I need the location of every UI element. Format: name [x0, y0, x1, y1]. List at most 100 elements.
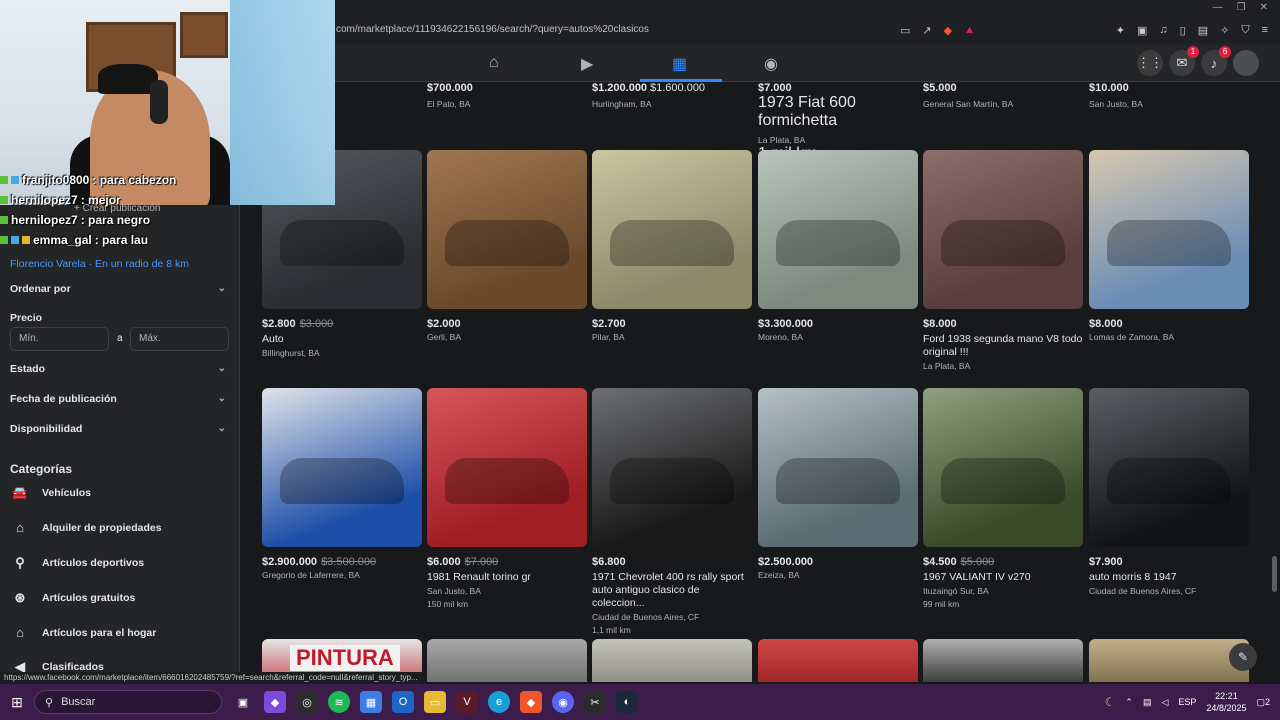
groups-icon[interactable]: ◉	[764, 54, 778, 74]
category-rentals[interactable]: ⌂ Alquiler de propiedades	[10, 520, 162, 535]
listing-photo[interactable]	[758, 388, 918, 547]
listing-card[interactable]	[592, 639, 752, 682]
brave-icon[interactable]: ◆	[520, 691, 542, 713]
category-free[interactable]: ⊛ Artículos gratuitos	[10, 590, 136, 606]
listing-photo[interactable]	[592, 639, 752, 682]
listing-photo[interactable]	[923, 150, 1083, 309]
spotify-icon[interactable]: ≋	[328, 691, 350, 713]
sort-by-filter[interactable]: Ordenar por ⌄	[10, 283, 226, 295]
listing-photo[interactable]	[1089, 388, 1249, 547]
chat-message: hernilopez7: mejor	[0, 190, 240, 210]
availability-filter[interactable]: Disponibilidad ⌄	[10, 423, 226, 435]
category-vehicles[interactable]: 🚘 Vehículos	[10, 485, 91, 501]
listing-card[interactable]: $2.500.000 Ezeiza, BA	[758, 388, 918, 580]
share-icon[interactable]: ↗	[922, 24, 931, 37]
listing-card[interactable]: $6.000 $7.000 1981 Renault torino gr San Ju…	[427, 388, 587, 609]
category-label: Alquiler de propiedades	[42, 521, 162, 534]
restore-icon[interactable]: ❐	[1237, 2, 1246, 13]
wallet-icon[interactable]: ▣	[1137, 24, 1147, 37]
shield-icon[interactable]: ⛉	[1241, 24, 1249, 37]
listing-card[interactable]: $4.500 $5.000 1967 VALIANT IV v270 Ituzaing…	[923, 388, 1083, 609]
listing-card[interactable]: $8.000 Ford 1938 segunda mano V8 todo ori…	[923, 150, 1083, 371]
listing-photo[interactable]	[1089, 639, 1249, 682]
max-price-input[interactable]: Máx.	[130, 327, 229, 351]
category-home[interactable]: ⌂ Artículos para el hogar	[10, 625, 156, 640]
listing-card[interactable]	[758, 639, 918, 682]
address-bar[interactable]: com/marketplace/111934622156196/search/?…	[336, 24, 649, 35]
listing-photo[interactable]	[427, 150, 587, 309]
listing-card[interactable]: $2.900.000 $3.500.000 Gregorio de Laferrer…	[262, 388, 422, 580]
address-bar-icons: ▭ ↗ ◆ ▲	[900, 24, 975, 37]
close-icon[interactable]: ✕	[1260, 2, 1268, 13]
listing-photo[interactable]	[427, 639, 587, 682]
date-filter[interactable]: Fecha de publicación ⌄	[10, 393, 226, 405]
listing-card[interactable]: $700.000 El Pato, BA	[427, 82, 587, 109]
listing-card[interactable]: $2.700 Pilar, BA	[592, 150, 752, 342]
listing-card[interactable]: $2.000 Gerli, BA	[427, 150, 587, 342]
brave-shield-icon[interactable]: ◆	[944, 24, 952, 37]
obs-icon[interactable]: ◎	[296, 691, 318, 713]
listing-card[interactable]: $6.800 1971 Chevrolet 400 rs rally sport …	[592, 388, 752, 635]
moon-icon[interactable]: ☾	[1105, 695, 1116, 709]
min-price-input[interactable]: Mín.	[10, 327, 109, 351]
listing-card[interactable]: $8.000 Lomas de Zamora, BA	[1089, 150, 1249, 342]
task-view-icon[interactable]: ▣	[232, 691, 254, 713]
listing-photo[interactable]	[592, 388, 752, 547]
vpn-icon[interactable]: ▤	[1198, 24, 1208, 37]
listing-card[interactable]	[427, 639, 587, 682]
listing-photo[interactable]	[262, 388, 422, 547]
listing-photo[interactable]	[923, 639, 1083, 682]
listing-photo[interactable]	[1089, 150, 1249, 309]
listing-card[interactable]: $3.300.000 Moreno, BA	[758, 150, 918, 342]
taskbar-search[interactable]: ⚲ Buscar	[34, 690, 222, 714]
folder-icon[interactable]: ▭	[424, 691, 446, 713]
listing-photo[interactable]	[758, 150, 918, 309]
listing-photo[interactable]	[923, 388, 1083, 547]
listing-photo[interactable]	[592, 150, 752, 309]
category-sports[interactable]: ⚲ Artículos deportivos	[10, 555, 144, 571]
listing-card[interactable]: $7.900 auto morris 8 1947 Ciudad de Buenos…	[1089, 388, 1249, 596]
marketplace-icon[interactable]: ▦	[672, 54, 687, 74]
listing-photo[interactable]	[427, 388, 587, 547]
listing-card[interactable]	[923, 639, 1083, 682]
listing-card[interactable]	[1089, 639, 1249, 682]
messenger-button[interactable]: ✉ 1	[1169, 46, 1199, 76]
notification-center-icon[interactable]: ▢2	[1256, 697, 1270, 708]
edge-icon[interactable]: e	[488, 691, 510, 713]
windows-start-icon[interactable]: ⊞	[0, 694, 34, 711]
sidebar-icon[interactable]: ▯	[1180, 24, 1186, 37]
minimize-icon[interactable]: —	[1213, 2, 1223, 13]
compose-button[interactable]: ✎	[1229, 643, 1257, 671]
video-icon[interactable]: ▶	[581, 54, 593, 74]
listing-photo[interactable]	[758, 639, 918, 682]
menu-icon[interactable]: ≡	[1262, 24, 1268, 37]
home-icon[interactable]: ⌂	[489, 54, 499, 72]
estado-filter[interactable]: Estado ⌄	[10, 363, 226, 375]
discord-icon[interactable]: ◉	[552, 691, 574, 713]
avatar[interactable]	[1233, 50, 1259, 76]
extensions-bar: ✦ ▣ ♫ ▯ ▤ ✧ ⛉ ≡	[1116, 24, 1268, 37]
network-icon[interactable]: ▤	[1143, 697, 1152, 708]
media-icon[interactable]: ♫	[1159, 24, 1167, 37]
vegas-icon[interactable]: V	[456, 691, 478, 713]
store-icon[interactable]: ▦	[360, 691, 382, 713]
leo-icon[interactable]: ✧	[1220, 24, 1229, 37]
volume-icon[interactable]: ◁	[1161, 697, 1168, 708]
brave-rewards-icon[interactable]: ▲	[964, 24, 975, 37]
install-icon[interactable]: ▭	[900, 24, 910, 37]
outlook-icon[interactable]: O	[392, 691, 414, 713]
extensions-icon[interactable]: ✦	[1116, 24, 1125, 37]
steam-icon[interactable]: ◐	[616, 691, 638, 713]
listing-card[interactable]: $5.000 General San Martín, BA	[923, 82, 1083, 109]
listing-card[interactable]: $1.200.000 $1.600.000 Hurlingham, BA	[592, 82, 752, 109]
chevron-up-icon[interactable]: ⌃	[1125, 697, 1133, 708]
copilot-icon[interactable]: ◆	[264, 691, 286, 713]
clock[interactable]: 22:21 24/8/2025	[1206, 690, 1246, 714]
scrollbar[interactable]	[1272, 556, 1277, 592]
menu-grid-button[interactable]: ⋮⋮	[1137, 50, 1163, 76]
lang-indicator[interactable]: ESP	[1178, 697, 1196, 707]
location-filter[interactable]: Florencio Varela · En un radio de 8 km	[10, 258, 189, 270]
notifications-button[interactable]: ♪ 6	[1201, 46, 1231, 76]
capcut-icon[interactable]: ✂	[584, 691, 606, 713]
listing-card[interactable]: $10.000 San Justo, BA	[1089, 82, 1249, 109]
